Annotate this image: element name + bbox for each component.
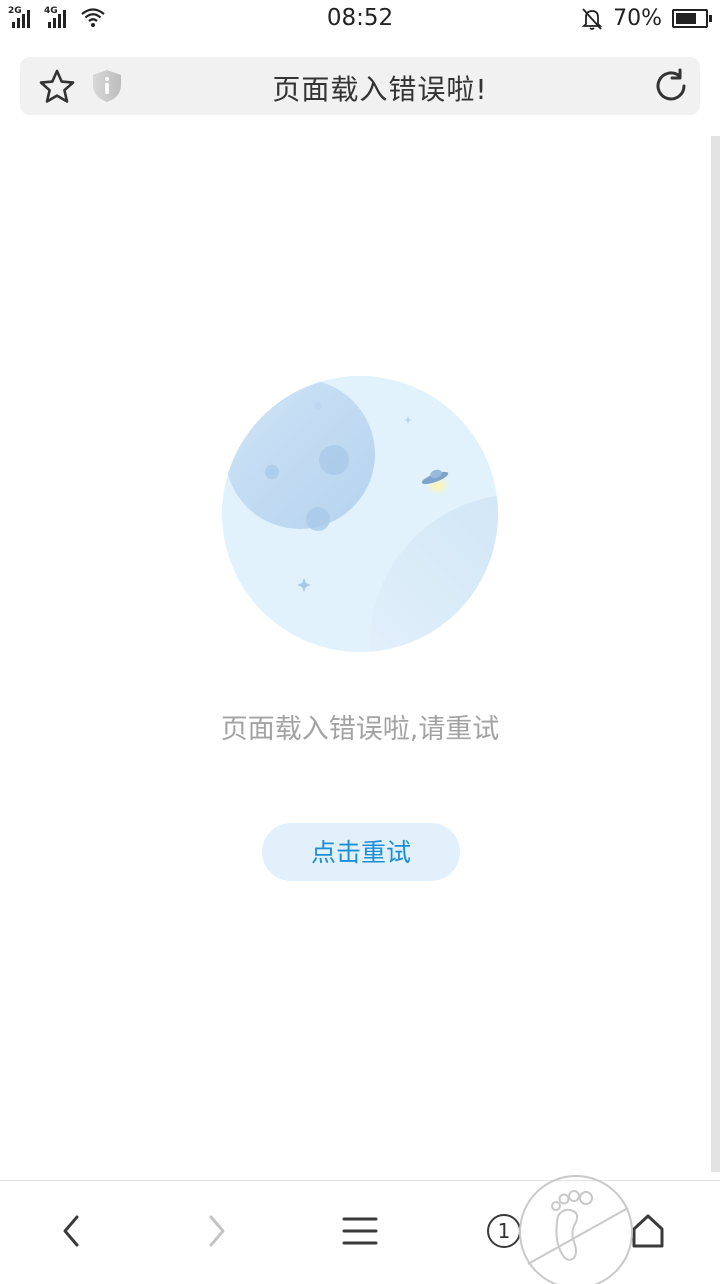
home-icon[interactable] [630, 1211, 666, 1251]
tabs-button[interactable]: 1 [464, 1181, 544, 1281]
battery-percent: 70% [613, 6, 662, 31]
address-bar[interactable]: 页面载入错误啦! [20, 57, 700, 115]
star-icon[interactable] [38, 68, 76, 106]
retry-button[interactable]: 点击重试 [262, 823, 460, 881]
bell-muted-icon [581, 7, 603, 30]
forward-icon[interactable] [201, 1211, 231, 1251]
battery-icon [672, 9, 712, 28]
menu-button[interactable] [320, 1181, 400, 1281]
back-icon[interactable] [57, 1211, 87, 1251]
status-bar: 2G 4G 08:52 70% [0, 0, 720, 38]
error-message: 页面载入错误啦,请重试 [220, 714, 500, 745]
menu-icon[interactable] [342, 1215, 378, 1247]
back-button[interactable] [32, 1181, 112, 1281]
error-planet-illustration [222, 376, 498, 652]
tabs-icon[interactable]: 1 [487, 1214, 521, 1248]
home-button[interactable] [608, 1181, 688, 1281]
scrollbar[interactable] [711, 136, 720, 1172]
forward-button[interactable] [176, 1181, 256, 1281]
bottom-toolbar: 1 [0, 1180, 720, 1281]
page-title[interactable]: 页面载入错误啦! [140, 68, 620, 108]
status-right: 70% [581, 6, 712, 31]
refresh-icon[interactable] [652, 67, 690, 105]
shield-info-icon[interactable] [90, 68, 124, 104]
